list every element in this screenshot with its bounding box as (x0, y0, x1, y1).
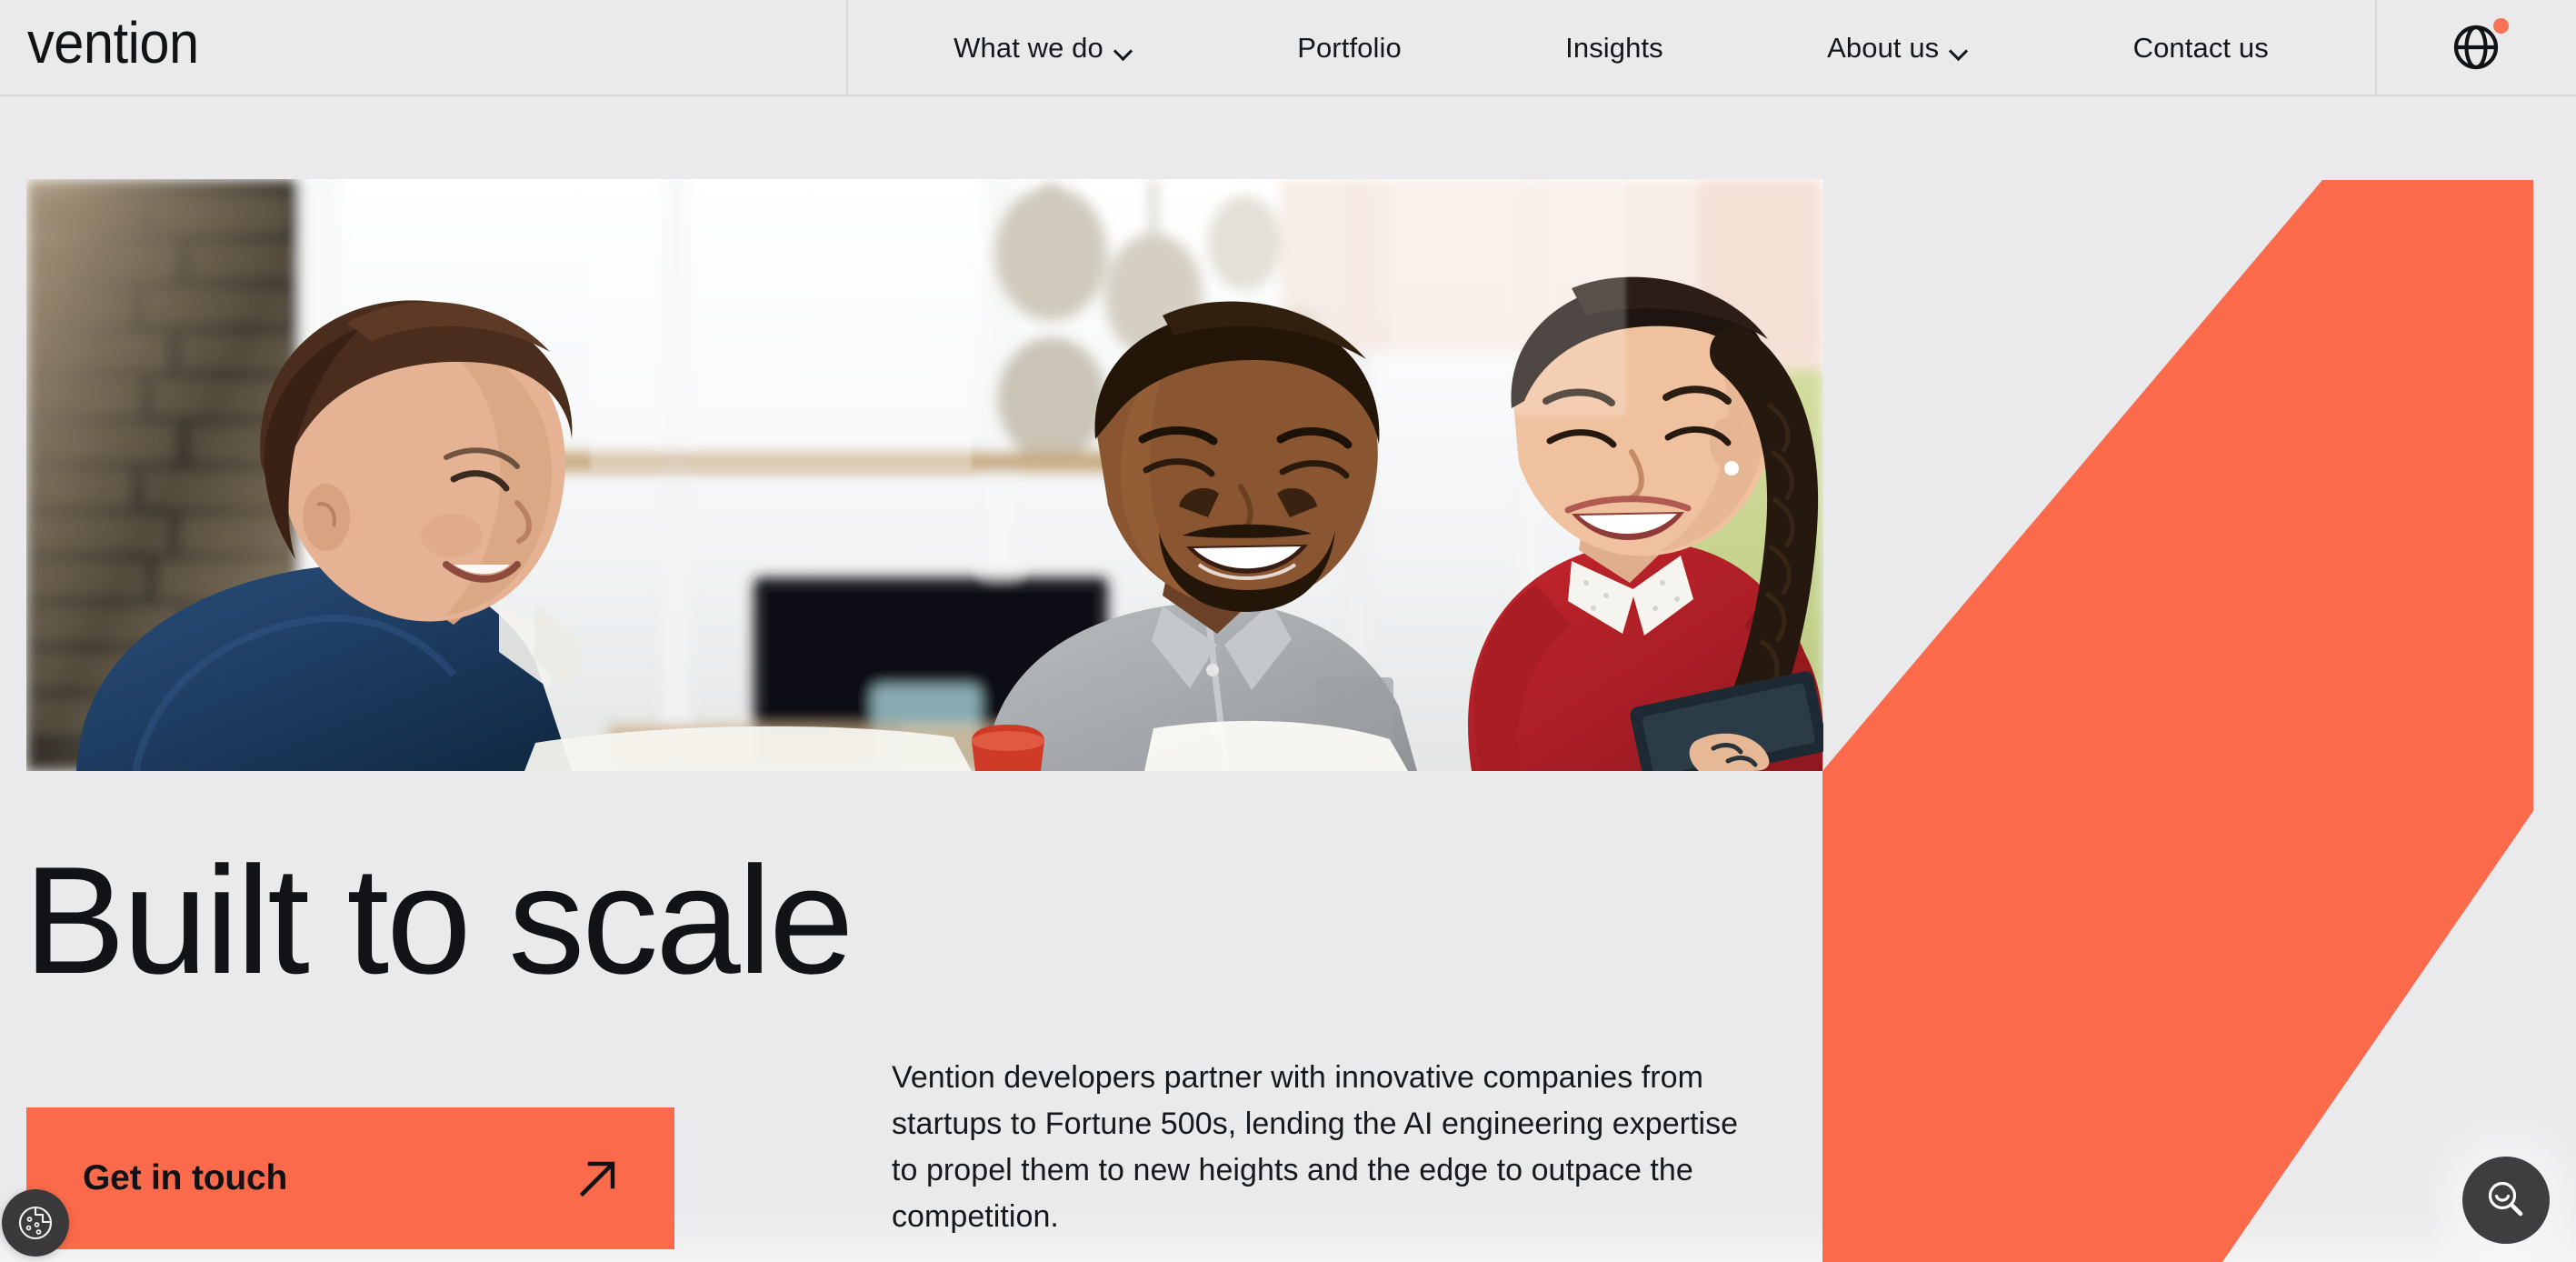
hero-office-photo-illustration (26, 179, 1823, 771)
chevron-down-icon (1951, 45, 1969, 55)
cta-label: Get in touch (83, 1158, 288, 1197)
site-header: vention What we do Portfolio Insights Ab… (0, 0, 2576, 96)
nav-item-label: Insights (1565, 31, 1663, 64)
page-title: Built to scale (24, 835, 854, 1006)
search-button[interactable] (2462, 1157, 2550, 1244)
nav-item-about-us[interactable]: About us (1827, 34, 1969, 62)
chevron-down-icon (1115, 45, 1133, 55)
globe-icon-wrapper (2451, 18, 2509, 72)
vention-logo[interactable]: vention (27, 10, 212, 75)
nav-item-portfolio[interactable]: Portfolio (1297, 34, 1402, 62)
get-in-touch-button[interactable]: Get in touch (26, 1107, 674, 1249)
orange-arrow-shape (1822, 180, 2533, 1262)
hero-description: Vention developers partner with innovati… (892, 1060, 1739, 1234)
nav-item-label: Contact us (2132, 31, 2269, 64)
notification-dot-badge (2492, 18, 2509, 34)
search-smile-icon (2488, 1181, 2523, 1217)
language-selector-button[interactable] (2375, 0, 2576, 95)
hero-image (26, 179, 1823, 771)
cookie-consent-button[interactable] (2, 1189, 69, 1257)
nav-item-contact-us[interactable]: Contact us (2133, 34, 2269, 62)
nav-item-label: What we do (954, 31, 1103, 64)
cookie-icon (18, 1206, 53, 1240)
nav-item-what-we-do[interactable]: What we do (954, 34, 1133, 62)
arrow-up-right-icon (579, 1161, 615, 1197)
nav-item-label: Portfolio (1297, 31, 1402, 64)
main-navigation: What we do Portfolio Insights About us C… (846, 0, 2376, 95)
nav-item-insights[interactable]: Insights (1565, 34, 1663, 62)
nav-item-label: About us (1827, 31, 1940, 64)
page-root: vention What we do Portfolio Insights Ab… (0, 0, 2576, 1262)
orange-arrow-graphic (1822, 179, 2576, 1262)
logo-text: vention (27, 10, 199, 75)
globe-icon (2453, 25, 2498, 70)
